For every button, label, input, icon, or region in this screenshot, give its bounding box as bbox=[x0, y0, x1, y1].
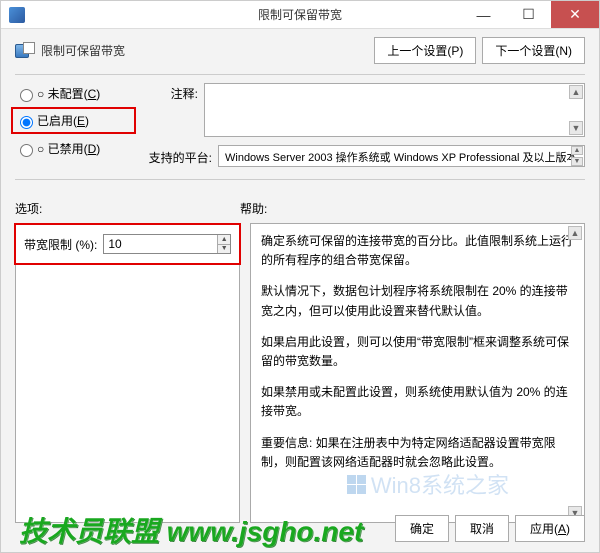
radio-not-configured-input[interactable] bbox=[20, 89, 33, 102]
policy-icon bbox=[15, 42, 35, 60]
divider bbox=[15, 74, 585, 75]
maximize-button[interactable]: ☐ bbox=[506, 1, 551, 28]
spinner-up-icon[interactable]: ▲ bbox=[218, 235, 230, 245]
next-setting-button[interactable]: 下一个设置(N) bbox=[482, 37, 585, 64]
ok-button[interactable]: 确定 bbox=[395, 515, 449, 542]
spinner-down-icon[interactable]: ▼ bbox=[218, 245, 230, 254]
state-radio-group: ○ 未配置(C) 已启用(E) ○ 已禁用(D) bbox=[15, 83, 130, 167]
scroll-down-icon[interactable]: ▼ bbox=[569, 121, 583, 135]
spinner-buttons: ▲ ▼ bbox=[217, 235, 230, 253]
platform-text: Windows Server 2003 操作系统或 Windows XP Pro… bbox=[225, 152, 578, 164]
dialog-content: 限制可保留带宽 上一个设置(P) 下一个设置(N) ○ 未配置(C) 已启用(E… bbox=[1, 29, 599, 552]
scroll-up-icon[interactable]: ▲ bbox=[569, 85, 583, 99]
platform-label: 支持的平台: bbox=[142, 147, 212, 166]
prev-setting-button[interactable]: 上一个设置(P) bbox=[374, 37, 476, 64]
bandwidth-limit-label: 带宽限制 (%): bbox=[24, 236, 97, 253]
lower-panels: 带宽限制 (%): ▲ ▼ 确定系统可保留的连接带宽的百分比。此值限制系统上运行… bbox=[15, 223, 585, 523]
radio-enabled-input[interactable] bbox=[20, 116, 33, 129]
nav-buttons: 上一个设置(P) 下一个设置(N) bbox=[374, 37, 585, 64]
options-panel: 带宽限制 (%): ▲ ▼ bbox=[15, 223, 240, 523]
radio-enabled[interactable]: 已启用(E) bbox=[15, 112, 130, 129]
bandwidth-input[interactable] bbox=[104, 235, 217, 253]
window-controls: — ☐ ✕ bbox=[461, 1, 599, 28]
help-paragraph: 确定系统可保留的连接带宽的百分比。此值限制系统上运行的所有程序的组合带宽保留。 bbox=[261, 232, 574, 270]
scroll-up-icon[interactable]: ▲ bbox=[568, 226, 582, 240]
scroll-up-icon[interactable]: ▲ bbox=[571, 146, 583, 155]
section-labels: 选项: 帮助: bbox=[15, 200, 585, 217]
bandwidth-spinner: ▲ ▼ bbox=[103, 234, 231, 254]
platform-box: Windows Server 2003 操作系统或 Windows XP Pro… bbox=[218, 145, 585, 167]
help-paragraph: 如果启用此设置，则可以使用“带宽限制”框来调整系统可保留的带宽数量。 bbox=[261, 333, 574, 371]
help-paragraph: 如果禁用或未配置此设置，则系统使用默认值为 20% 的连接带宽。 bbox=[261, 383, 574, 421]
help-paragraph: 默认情况下，数据包计划程序将系统限制在 20% 的连接带宽之内，但可以使用此设置… bbox=[261, 282, 574, 320]
bandwidth-option-row: 带宽限制 (%): ▲ ▼ bbox=[24, 234, 231, 254]
platform-row: 支持的平台: Windows Server 2003 操作系统或 Windows… bbox=[142, 145, 585, 167]
help-panel: 确定系统可保留的连接带宽的百分比。此值限制系统上运行的所有程序的组合带宽保留。 … bbox=[250, 223, 585, 523]
close-button[interactable]: ✕ bbox=[551, 1, 599, 28]
help-label: 帮助: bbox=[240, 200, 267, 217]
scroll-down-icon[interactable]: ▼ bbox=[571, 157, 583, 166]
header-row: 限制可保留带宽 上一个设置(P) 下一个设置(N) bbox=[15, 37, 585, 64]
setting-title: 限制可保留带宽 bbox=[41, 42, 125, 59]
comment-textarea[interactable]: ▲ ▼ bbox=[204, 83, 585, 137]
divider bbox=[15, 179, 585, 180]
comment-row: 注释: ▲ ▼ bbox=[142, 83, 585, 137]
options-label: 选项: bbox=[15, 200, 240, 217]
cancel-button[interactable]: 取消 bbox=[455, 515, 509, 542]
app-icon bbox=[9, 7, 25, 23]
titlebar: 限制可保留带宽 — ☐ ✕ bbox=[1, 1, 599, 29]
help-paragraph: 重要信息: 如果在注册表中为特定网络适配器设置带宽限制，则配置该网络适配器时就会… bbox=[261, 434, 574, 472]
apply-button[interactable]: 应用(A) bbox=[515, 515, 585, 542]
comment-label: 注释: bbox=[142, 83, 198, 102]
radio-disabled[interactable]: ○ 已禁用(D) bbox=[15, 140, 130, 157]
comment-section: 注释: ▲ ▼ 支持的平台: Windows Server 2003 操作系统或… bbox=[142, 83, 585, 167]
config-row: ○ 未配置(C) 已启用(E) ○ 已禁用(D) 注释: ▲ ▼ bbox=[15, 83, 585, 167]
radio-disabled-input[interactable] bbox=[20, 144, 33, 157]
highlight-enabled: 已启用(E) bbox=[11, 107, 136, 134]
dialog-buttons: 确定 取消 应用(A) bbox=[395, 515, 585, 542]
radio-not-configured[interactable]: ○ 未配置(C) bbox=[15, 85, 130, 102]
minimize-button[interactable]: — bbox=[461, 1, 506, 28]
window-title: 限制可保留带宽 bbox=[258, 6, 342, 23]
